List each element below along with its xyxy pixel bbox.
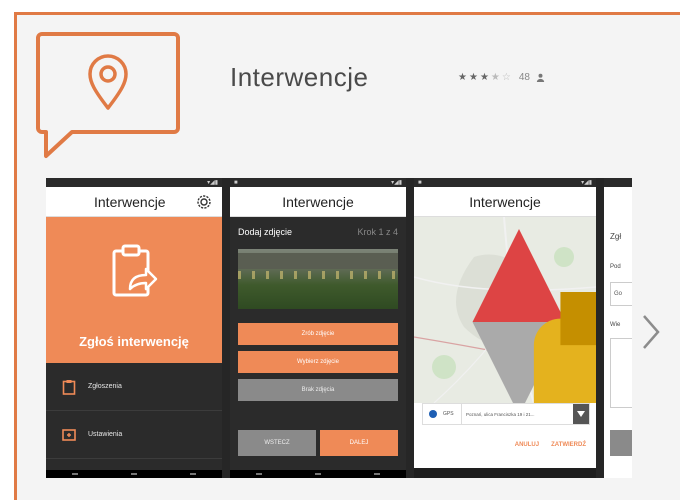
dialog-actions: ANULUJ ZATWIERDŹ [515, 442, 586, 448]
menu-item-reports[interactable]: Zgłoszenia [46, 363, 222, 411]
app-bar-title: Interwencje [282, 193, 354, 210]
next-button[interactable]: DALEJ [320, 430, 398, 456]
location-map[interactable] [414, 217, 596, 403]
clipboard-icon [62, 379, 76, 395]
gps-radio[interactable] [429, 410, 437, 418]
nav-bar [46, 470, 222, 478]
app-bar-title: Interwencje [94, 193, 166, 210]
no-photo-button[interactable]: Brak zdjęcia [238, 379, 398, 401]
photo-preview [238, 249, 398, 309]
settings-card-icon [62, 428, 76, 441]
gear-icon [197, 195, 211, 209]
status-bar: ▾◢▮ [46, 178, 222, 187]
app-card: Interwencje ★ ★ ★ ★ ☆ 48 ▾◢▮ Interwencje [0, 0, 680, 500]
menu-item-label: Ustawienia [88, 431, 123, 438]
menu-list: Zgłoszenia Ustawienia [46, 363, 222, 478]
step-heading: Dodaj zdjęcie [238, 227, 293, 237]
partial-label: Pod [610, 264, 621, 270]
clipboard-share-icon [112, 244, 158, 297]
screenshots-carousel[interactable]: ▾◢▮ Interwencje Zgłoś interwencję Zgłosz… [46, 178, 632, 478]
chevron-right-icon[interactable] [640, 314, 662, 350]
partial-button[interactable] [610, 430, 632, 456]
star-empty-icon: ★ [490, 72, 500, 83]
partial-title: Zgł [610, 232, 622, 241]
map-pin-icon[interactable] [496, 292, 596, 403]
app-bar: Interwencje [46, 187, 222, 217]
step-header: Dodaj zdjęcie Krok 1 z 4 [230, 217, 406, 243]
choose-photo-button[interactable]: Wybierz zdjęcie [238, 351, 398, 373]
star-icon: ★ [468, 72, 478, 83]
take-photo-button[interactable]: Zrób zdjęcie [238, 323, 398, 345]
status-bar: ■ ▾◢▮ [414, 178, 596, 187]
status-bar: ■ ▾◢▮ [230, 178, 406, 187]
menu-item-settings[interactable]: Ustawienia [46, 411, 222, 459]
step-navigation: WSTECZ DALEJ [230, 430, 406, 456]
person-icon [536, 73, 545, 82]
cancel-button[interactable]: ANULUJ [515, 442, 539, 448]
star-icon: ★ [479, 72, 489, 83]
status-bar [604, 178, 632, 187]
app-bar-title: Interwencje [469, 193, 541, 210]
card-accent-left [14, 12, 17, 500]
gps-label: GPS [443, 411, 454, 417]
rating-count: 48 [518, 72, 530, 83]
app-bar: Interwencje [414, 187, 596, 217]
chevron-down-icon [577, 411, 585, 417]
confirm-button[interactable]: ZATWIERDŹ [551, 442, 586, 448]
screenshot-add-photo[interactable]: ■ ▾◢▮ Interwencje Dodaj zdjęcie Krok 1 z … [230, 178, 406, 478]
nav-bar [230, 470, 406, 478]
app-title[interactable]: Interwencje [230, 62, 368, 93]
menu-item-label: Zgłoszenia [88, 383, 122, 390]
report-intervention-tile: Zgłoś interwencję [46, 217, 222, 363]
screenshot-home[interactable]: ▾◢▮ Interwencje Zgłoś interwencję Zgłosz… [46, 178, 222, 478]
address-field[interactable]: Poznań, ulica Franciszka 19 i 21... [461, 404, 573, 424]
screenshot-partial[interactable]: Zgł Pod Go Wie [604, 178, 632, 478]
star-empty-icon: ☆ [501, 72, 511, 83]
rating: ★ ★ ★ ★ ☆ 48 [458, 72, 545, 83]
app-bar: Interwencje [230, 187, 406, 217]
nav-bar [414, 468, 596, 478]
app-bar [604, 187, 632, 217]
app-logo-icon[interactable] [32, 30, 182, 162]
back-button[interactable]: WSTECZ [238, 430, 316, 456]
screenshot-location[interactable]: ■ ▾◢▮ Interwencje GPS Poznań, ulica Fran… [414, 178, 596, 478]
location-row: GPS Poznań, ulica Franciszka 19 i 21... [422, 403, 590, 425]
card-accent-top [16, 12, 680, 15]
star-icon: ★ [458, 72, 467, 83]
partial-label: Wie [610, 322, 621, 328]
partial-field[interactable]: Go [610, 282, 632, 306]
step-indicator: Krok 1 z 4 [357, 227, 398, 237]
address-dropdown-button[interactable] [573, 404, 589, 424]
partial-textarea[interactable] [610, 338, 632, 408]
hero-label: Zgłoś interwencję [79, 334, 189, 349]
